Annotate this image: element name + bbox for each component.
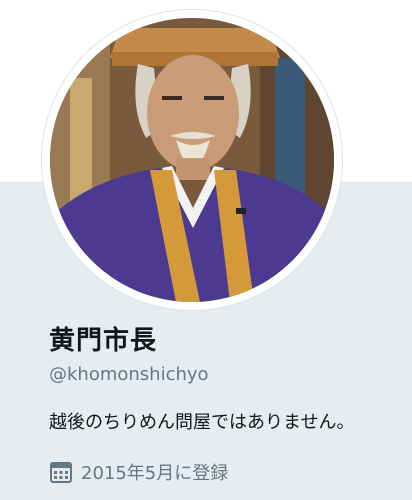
avatar-photo <box>50 18 334 302</box>
joined-date: 2015年5月に登録 <box>49 460 228 484</box>
display-name[interactable]: 黄門市長 <box>49 320 157 357</box>
profile-handle[interactable]: @khomonshichyo <box>49 364 209 385</box>
profile-bio: 越後のちりめん問屋ではありません。 <box>49 412 355 433</box>
joined-date-text: 2015年5月に登録 <box>81 463 229 484</box>
calendar-icon <box>50 462 72 483</box>
profile-avatar[interactable] <box>42 10 342 310</box>
